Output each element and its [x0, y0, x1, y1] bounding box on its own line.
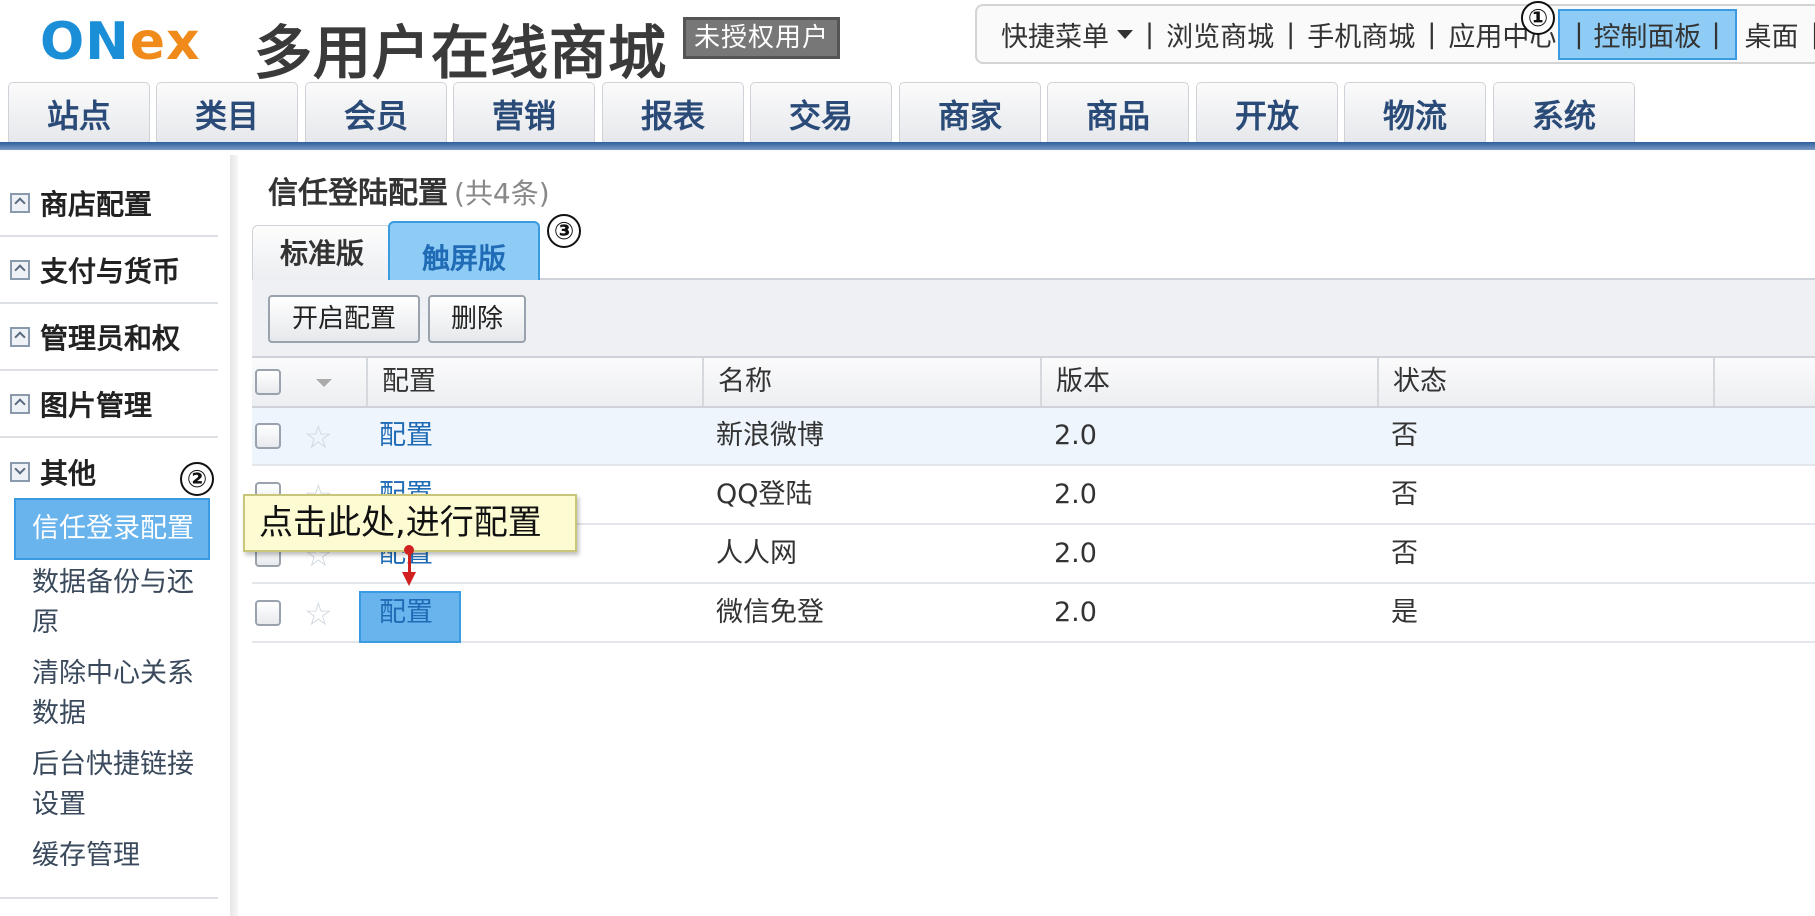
logo-ex: ex — [129, 12, 201, 72]
menu-separator: | — [1427, 18, 1437, 50]
collapse-icon — [10, 260, 30, 280]
browse-mall-link[interactable]: 浏览商城 — [1166, 15, 1274, 54]
table-header: 配置 名称 版本 状态 — [252, 358, 1815, 408]
nav-tab-site[interactable]: 站点 — [8, 82, 150, 148]
top-menu: 快捷菜单 | 浏览商城 | 手机商城 | 应用中心 |控制面板| 桌面 | — [975, 4, 1815, 64]
nav-tab-reports[interactable]: 报表 — [602, 82, 744, 148]
sidebar-divider — [230, 155, 238, 916]
row-version: 2.0 — [1054, 538, 1097, 569]
sidebar-group-store-config[interactable]: 商店配置 — [0, 171, 218, 237]
tab-standard[interactable]: 标准版 — [252, 225, 392, 280]
sidebar: 商店配置 支付与货币 管理员和权 图片管理 其他 信任登录配置 数据备份与还原 … — [0, 155, 230, 916]
collapse-icon — [10, 193, 30, 213]
select-all-checkbox[interactable] — [255, 369, 281, 395]
delete-button[interactable]: 删除 — [428, 295, 526, 343]
sidebar-group-payment[interactable]: 支付与货币 — [0, 238, 218, 304]
page-title: 信任登陆配置 (共4条) — [268, 176, 550, 211]
menu-separator: | — [1145, 18, 1155, 50]
nav-tab-category[interactable]: 类目 — [156, 82, 298, 148]
arrow-line-icon — [408, 550, 411, 574]
unauthorized-badge: 未授权用户 — [683, 17, 840, 59]
row-name: 微信免登 — [716, 597, 824, 628]
row-version: 2.0 — [1054, 420, 1097, 451]
instruction-tooltip: 点击此处,进行配置 — [243, 494, 577, 552]
logo-on: ON — [40, 12, 130, 72]
nav-divider — [0, 142, 1815, 150]
row-status: 否 — [1391, 420, 1418, 451]
expand-icon — [10, 462, 30, 482]
column-header-version[interactable]: 版本 — [1040, 358, 1377, 406]
collapse-icon — [10, 327, 30, 347]
column-header-name[interactable]: 名称 — [702, 358, 1040, 406]
nav-tab-logistics[interactable]: 物流 — [1344, 82, 1486, 148]
site-title: 多用户在线商城 — [254, 19, 668, 87]
row-version: 2.0 — [1054, 597, 1097, 628]
chevron-down-icon — [1117, 29, 1133, 39]
table-row: ☆ 配置 新浪微博 2.0 否 — [252, 408, 1815, 466]
quick-menu-button[interactable]: 快捷菜单 — [1001, 15, 1133, 54]
menu-separator: | — [1286, 18, 1296, 50]
row-name: 人人网 — [716, 538, 797, 569]
arrow-down-icon — [402, 572, 416, 586]
row-checkbox[interactable] — [255, 423, 281, 449]
nav-tab-member[interactable]: 会员 — [305, 82, 447, 148]
row-status: 否 — [1391, 538, 1418, 569]
sidebar-footer-line — [0, 897, 218, 899]
star-icon[interactable]: ☆ — [304, 421, 333, 453]
sidebar-item-trust-login[interactable]: 信任登录配置 — [14, 498, 210, 560]
row-checkbox[interactable] — [255, 600, 281, 626]
nav-tab-open[interactable]: 开放 — [1196, 82, 1338, 148]
column-header-config[interactable]: 配置 — [366, 358, 702, 406]
tab-touchscreen[interactable]: 触屏版 — [388, 221, 540, 287]
sidebar-item-clear-relations[interactable]: 清除中心关系数据 — [32, 654, 212, 734]
star-icon[interactable]: ☆ — [304, 598, 333, 630]
sidebar-item-shortcuts[interactable]: 后台快捷链接设置 — [32, 745, 212, 825]
menu-separator: | — [1811, 19, 1815, 50]
config-link-wechat[interactable]: 配置 — [379, 585, 433, 641]
step-marker-3: ③ — [547, 214, 581, 248]
sort-caret-icon[interactable] — [316, 379, 332, 387]
nav-tab-system[interactable]: 系统 — [1493, 82, 1635, 148]
record-count: (共4条) — [454, 177, 550, 210]
control-panel-link[interactable]: | 控制面板 | — [1558, 8, 1737, 60]
nav-tab-merchant[interactable]: 商家 — [899, 82, 1041, 148]
step-marker-1: ① — [1521, 1, 1555, 35]
sidebar-item-cache[interactable]: 缓存管理 — [32, 836, 212, 876]
mobile-mall-link[interactable]: 手机商城 — [1307, 15, 1415, 54]
nav-tab-marketing[interactable]: 营销 — [453, 82, 595, 148]
nav-tab-trade[interactable]: 交易 — [750, 82, 892, 148]
sidebar-group-images[interactable]: 图片管理 — [0, 372, 218, 438]
collapse-icon — [10, 394, 30, 414]
column-header-status[interactable]: 状态 — [1377, 358, 1715, 406]
desktop-link[interactable]: 桌面 — [1745, 15, 1799, 54]
table-row: ☆ 配置 微信免登 2.0 是 — [252, 585, 1815, 643]
row-version: 2.0 — [1054, 479, 1097, 510]
onex-logo: ONex — [40, 14, 201, 70]
enable-config-button[interactable]: 开启配置 — [268, 295, 420, 343]
sidebar-item-backup[interactable]: 数据备份与还原 — [32, 563, 212, 643]
sidebar-group-admin[interactable]: 管理员和权 — [0, 305, 218, 371]
row-status: 否 — [1391, 479, 1418, 510]
row-name: QQ登陆 — [716, 479, 813, 510]
config-link[interactable]: 配置 — [379, 408, 433, 464]
step-marker-2: ② — [180, 462, 214, 496]
nav-tab-goods[interactable]: 商品 — [1047, 82, 1189, 148]
row-status: 是 — [1391, 597, 1418, 628]
row-name: 新浪微博 — [716, 420, 824, 451]
